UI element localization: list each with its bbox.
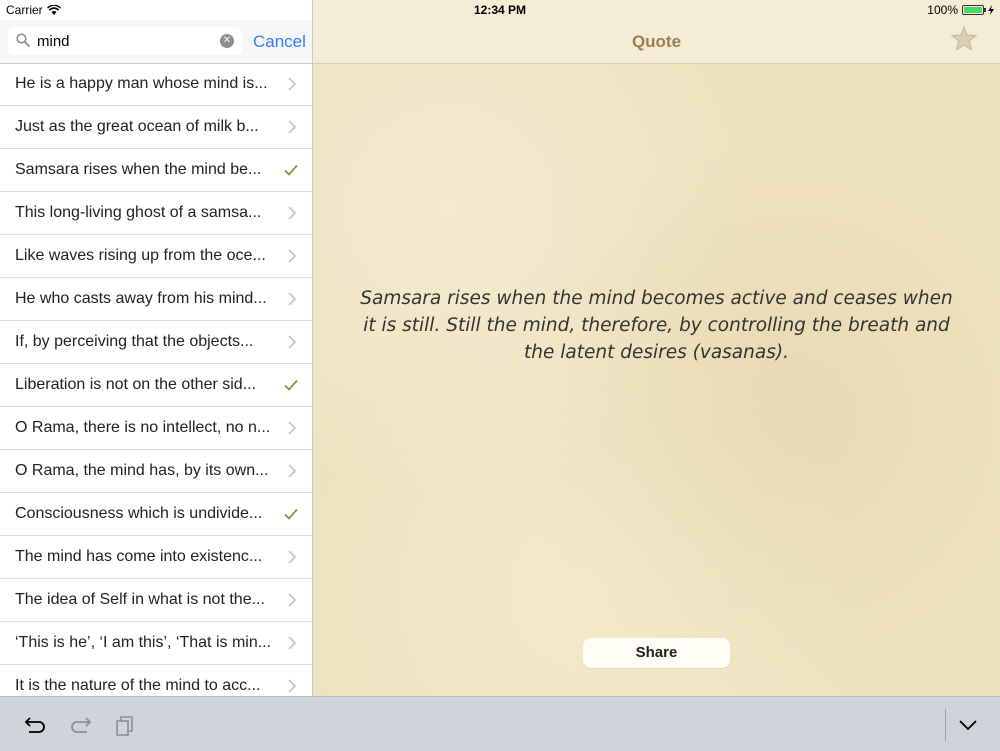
- chevron-right-icon: [288, 679, 297, 693]
- list-item-label: He who casts away from his mind...: [15, 290, 267, 307]
- list-item-label: Just as the great ocean of milk b...: [15, 118, 259, 135]
- list-item[interactable]: O Rama, there is no intellect, no n...: [0, 407, 312, 450]
- list-item[interactable]: This long-living ghost of a samsa...: [0, 192, 312, 235]
- list-item-label: The idea of Self in what is not the...: [15, 591, 265, 608]
- nav-title: Quote: [631, 32, 682, 51]
- list-item[interactable]: He who casts away from his mind...: [0, 278, 312, 321]
- share-button[interactable]: Share: [583, 638, 730, 668]
- list-item-label: It is the nature of the mind to acc...: [15, 677, 261, 694]
- chevron-right-icon: [288, 421, 297, 435]
- chevron-right-icon: [288, 550, 297, 564]
- charging-icon: [988, 5, 994, 15]
- cancel-button[interactable]: Cancel: [253, 32, 306, 52]
- status-time: 12:34 PM: [473, 3, 527, 17]
- status-bar: Carrier 12:34 PM 100%: [0, 0, 1000, 20]
- search-bar: mind ✕ Cancel: [0, 20, 312, 64]
- search-input[interactable]: mind ✕: [8, 27, 242, 55]
- list-item-label: Liberation is not on the other sid...: [15, 376, 257, 393]
- list-item[interactable]: It is the nature of the mind to acc...: [0, 665, 312, 696]
- quote-detail-panel: Quote Samsara rises when the mind become…: [313, 0, 1000, 696]
- quote-text: Samsara rises when the mind becomes acti…: [360, 288, 953, 363]
- checkmark-icon: [284, 508, 298, 520]
- list-item[interactable]: Like waves rising up from the oce...: [0, 235, 312, 278]
- list-item-label: If, by perceiving that the objects...: [15, 333, 254, 350]
- clear-search-icon[interactable]: ✕: [220, 34, 234, 48]
- redo-icon[interactable]: [68, 715, 92, 735]
- list-item[interactable]: The idea of Self in what is not the...: [0, 579, 312, 622]
- list-item-label: This long-living ghost of a samsa...: [15, 204, 262, 221]
- chevron-right-icon: [288, 464, 297, 478]
- list-item-label: O Rama, there is no intellect, no n...: [15, 419, 271, 436]
- battery-percent: 100%: [927, 3, 958, 17]
- list-item[interactable]: ‘This is he’, ‘I am this’, ‘That is min.…: [0, 622, 312, 665]
- dismiss-keyboard-icon[interactable]: [958, 719, 978, 731]
- list-item-label: Like waves rising up from the oce...: [15, 247, 266, 264]
- battery-icon: [962, 5, 986, 15]
- chevron-right-icon: [288, 120, 297, 134]
- chevron-right-icon: [288, 77, 297, 91]
- chevron-right-icon: [288, 249, 297, 263]
- list-item-label: ‘This is he’, ‘I am this’, ‘That is min.…: [15, 634, 272, 651]
- search-input-value[interactable]: mind: [37, 33, 70, 50]
- undo-icon[interactable]: [24, 715, 48, 735]
- list-item[interactable]: Samsara rises when the mind be...: [0, 149, 312, 192]
- list-item-label: O Rama, the mind has, by its own...: [15, 462, 269, 479]
- toolbar-divider: [945, 709, 946, 741]
- list-item-label: Samsara rises when the mind be...: [15, 161, 262, 178]
- list-item[interactable]: He is a happy man whose mind is...: [0, 63, 312, 106]
- list-item[interactable]: Liberation is not on the other sid...: [0, 364, 312, 407]
- list-item-label: Consciousness which is undivide...: [15, 505, 263, 522]
- quote-list-panel: mind ✕ Cancel He is a happy man whose mi…: [0, 0, 313, 696]
- list-item[interactable]: Just as the great ocean of milk b...: [0, 106, 312, 149]
- favorite-star-icon[interactable]: [951, 26, 977, 51]
- quote-list: He is a happy man whose mind is... Just a…: [0, 63, 312, 696]
- list-item-label: He is a happy man whose mind is...: [15, 75, 268, 92]
- chevron-right-icon: [288, 206, 297, 220]
- list-item[interactable]: The mind has come into existenc...: [0, 536, 312, 579]
- list-item[interactable]: Consciousness which is undivide...: [0, 493, 312, 536]
- search-icon: [16, 33, 30, 47]
- chevron-right-icon: [288, 292, 297, 306]
- chevron-right-icon: [288, 335, 297, 349]
- list-item[interactable]: If, by perceiving that the objects...: [0, 321, 312, 364]
- checkmark-icon: [284, 379, 298, 391]
- checkmark-icon: [284, 164, 298, 176]
- chevron-right-icon: [288, 636, 297, 650]
- list-item[interactable]: O Rama, the mind has, by its own...: [0, 450, 312, 493]
- keyboard-toolbar: [0, 696, 1000, 751]
- chevron-right-icon: [288, 593, 297, 607]
- list-item-label: The mind has come into existenc...: [15, 548, 263, 565]
- paste-icon[interactable]: [114, 715, 136, 737]
